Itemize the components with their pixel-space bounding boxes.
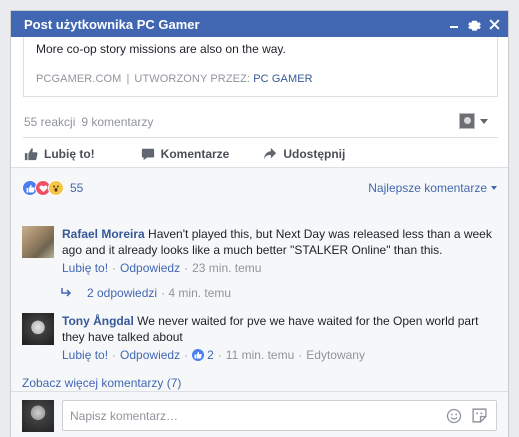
reactions-total: 55 [70, 181, 84, 195]
meta-separator: | [126, 73, 130, 85]
comment-author[interactable]: Tony Ångdal [62, 314, 134, 328]
window-title[interactable]: Post użytkownika PC Gamer [11, 17, 444, 32]
dot-separator: · [112, 348, 117, 362]
like-badge-icon [192, 349, 205, 361]
comment-button[interactable]: Komentarze [141, 147, 230, 161]
comment-like-link[interactable]: Lubię to! [62, 261, 108, 275]
shared-link-card[interactable]: More co-op story missions are also on th… [23, 37, 498, 97]
replies-count: 2 odpowiedzi [87, 286, 158, 300]
comment-sort-label: Najlepsze komentarze [368, 181, 487, 195]
comment-body: Rafael Moreira Haven't played this, but … [62, 226, 494, 258]
view-replies-link[interactable]: 2 odpowiedzi · 4 min. temu [61, 286, 231, 300]
close-icon[interactable] [484, 11, 504, 37]
like-label: Lubię to! [44, 147, 95, 161]
like-button[interactable]: Lubię to! [24, 147, 95, 161]
comment-reply-link[interactable]: Odpowiedz [120, 261, 180, 275]
comment-input[interactable]: Napisz komentarz… [62, 400, 497, 431]
chevron-down-icon [491, 186, 497, 190]
comment-sort-dropdown[interactable]: Najlepsze komentarze [368, 181, 497, 195]
thumbs-up-icon [24, 148, 38, 161]
avatar[interactable] [22, 226, 54, 258]
replies-time: 4 min. temu [168, 286, 232, 300]
reactions-count[interactable]: 55 reakcji [24, 115, 75, 129]
divider [23, 137, 498, 138]
comment-reply-link[interactable]: Odpowiedz [120, 348, 180, 362]
comment-like-count[interactable]: 2 [192, 348, 214, 362]
reactions-summary[interactable]: 55 [22, 180, 83, 196]
reply-arrow-icon [61, 288, 72, 297]
comment-body: Tony Ångdal We never waited for pve we h… [62, 313, 494, 345]
dot-separator: · [161, 286, 166, 300]
action-bar: Lubię to! Komentarze Udostępnij [11, 139, 508, 169]
post-stats: 55 reakcji 9 komentarzy [11, 107, 508, 137]
post-chat-window: Post użytkownika PC Gamer More co-op sto… [10, 10, 509, 437]
dot-separator: · [112, 261, 117, 275]
created-by-label: UTWORZONY PRZEZ: [134, 73, 251, 85]
comment-likes-value: 2 [207, 348, 214, 362]
avatar[interactable] [22, 313, 54, 345]
comment-label: Komentarze [160, 147, 230, 161]
dot-separator: · [217, 348, 222, 362]
comment-timestamp[interactable]: 23 min. temu [192, 261, 261, 275]
shared-link-text: More co-op story missions are also on th… [36, 42, 286, 56]
source-domain: PCGAMER.COM [36, 73, 122, 85]
comment-actions: Lubię to! · Odpowiedz · 23 min. temu [62, 260, 494, 276]
comment-like-link[interactable]: Lubię to! [62, 348, 108, 362]
speech-bubble-icon [141, 148, 154, 161]
dot-separator: · [184, 261, 189, 275]
identity-avatar [459, 113, 475, 129]
dot-separator: · [298, 348, 303, 362]
identity-picker[interactable] [459, 113, 488, 129]
window-titlebar[interactable]: Post użytkownika PC Gamer [11, 11, 508, 37]
gear-icon[interactable] [464, 11, 484, 37]
comment-actions: Lubię to! · Odpowiedz · 2 · 11 min. temu · Edyto… [62, 347, 494, 363]
wow-reaction-icon [48, 180, 64, 196]
shared-link-meta: PCGAMER.COM | UTWORZONY PRZEZ: PC GAMER [36, 73, 313, 85]
comment-input-placeholder: Napisz komentarz… [70, 409, 179, 423]
comments-count[interactable]: 9 komentarzy [81, 115, 153, 129]
comment-author[interactable]: Rafael Moreira [62, 227, 145, 241]
share-button[interactable]: Udostępnij [263, 147, 345, 161]
comment-composer: Napisz komentarz… [11, 391, 508, 437]
dot-separator: · [184, 348, 189, 362]
avatar [22, 400, 54, 432]
created-by-page-link[interactable]: PC GAMER [253, 73, 312, 85]
emoji-icon[interactable] [446, 408, 462, 427]
comment-timestamp[interactable]: 11 min. temu [226, 348, 294, 362]
sticker-icon[interactable] [471, 407, 488, 427]
share-label: Udostępnij [283, 147, 346, 161]
minimize-icon[interactable] [444, 11, 464, 37]
see-more-comments-link[interactable]: Zobacz więcej komentarzy (7) [22, 376, 181, 390]
edited-label[interactable]: Edytowany [306, 348, 365, 362]
comments-section: 55 Najlepsze komentarze Rafael Moreira H… [11, 167, 508, 401]
chevron-down-icon [480, 118, 488, 124]
share-arrow-icon [264, 147, 277, 160]
